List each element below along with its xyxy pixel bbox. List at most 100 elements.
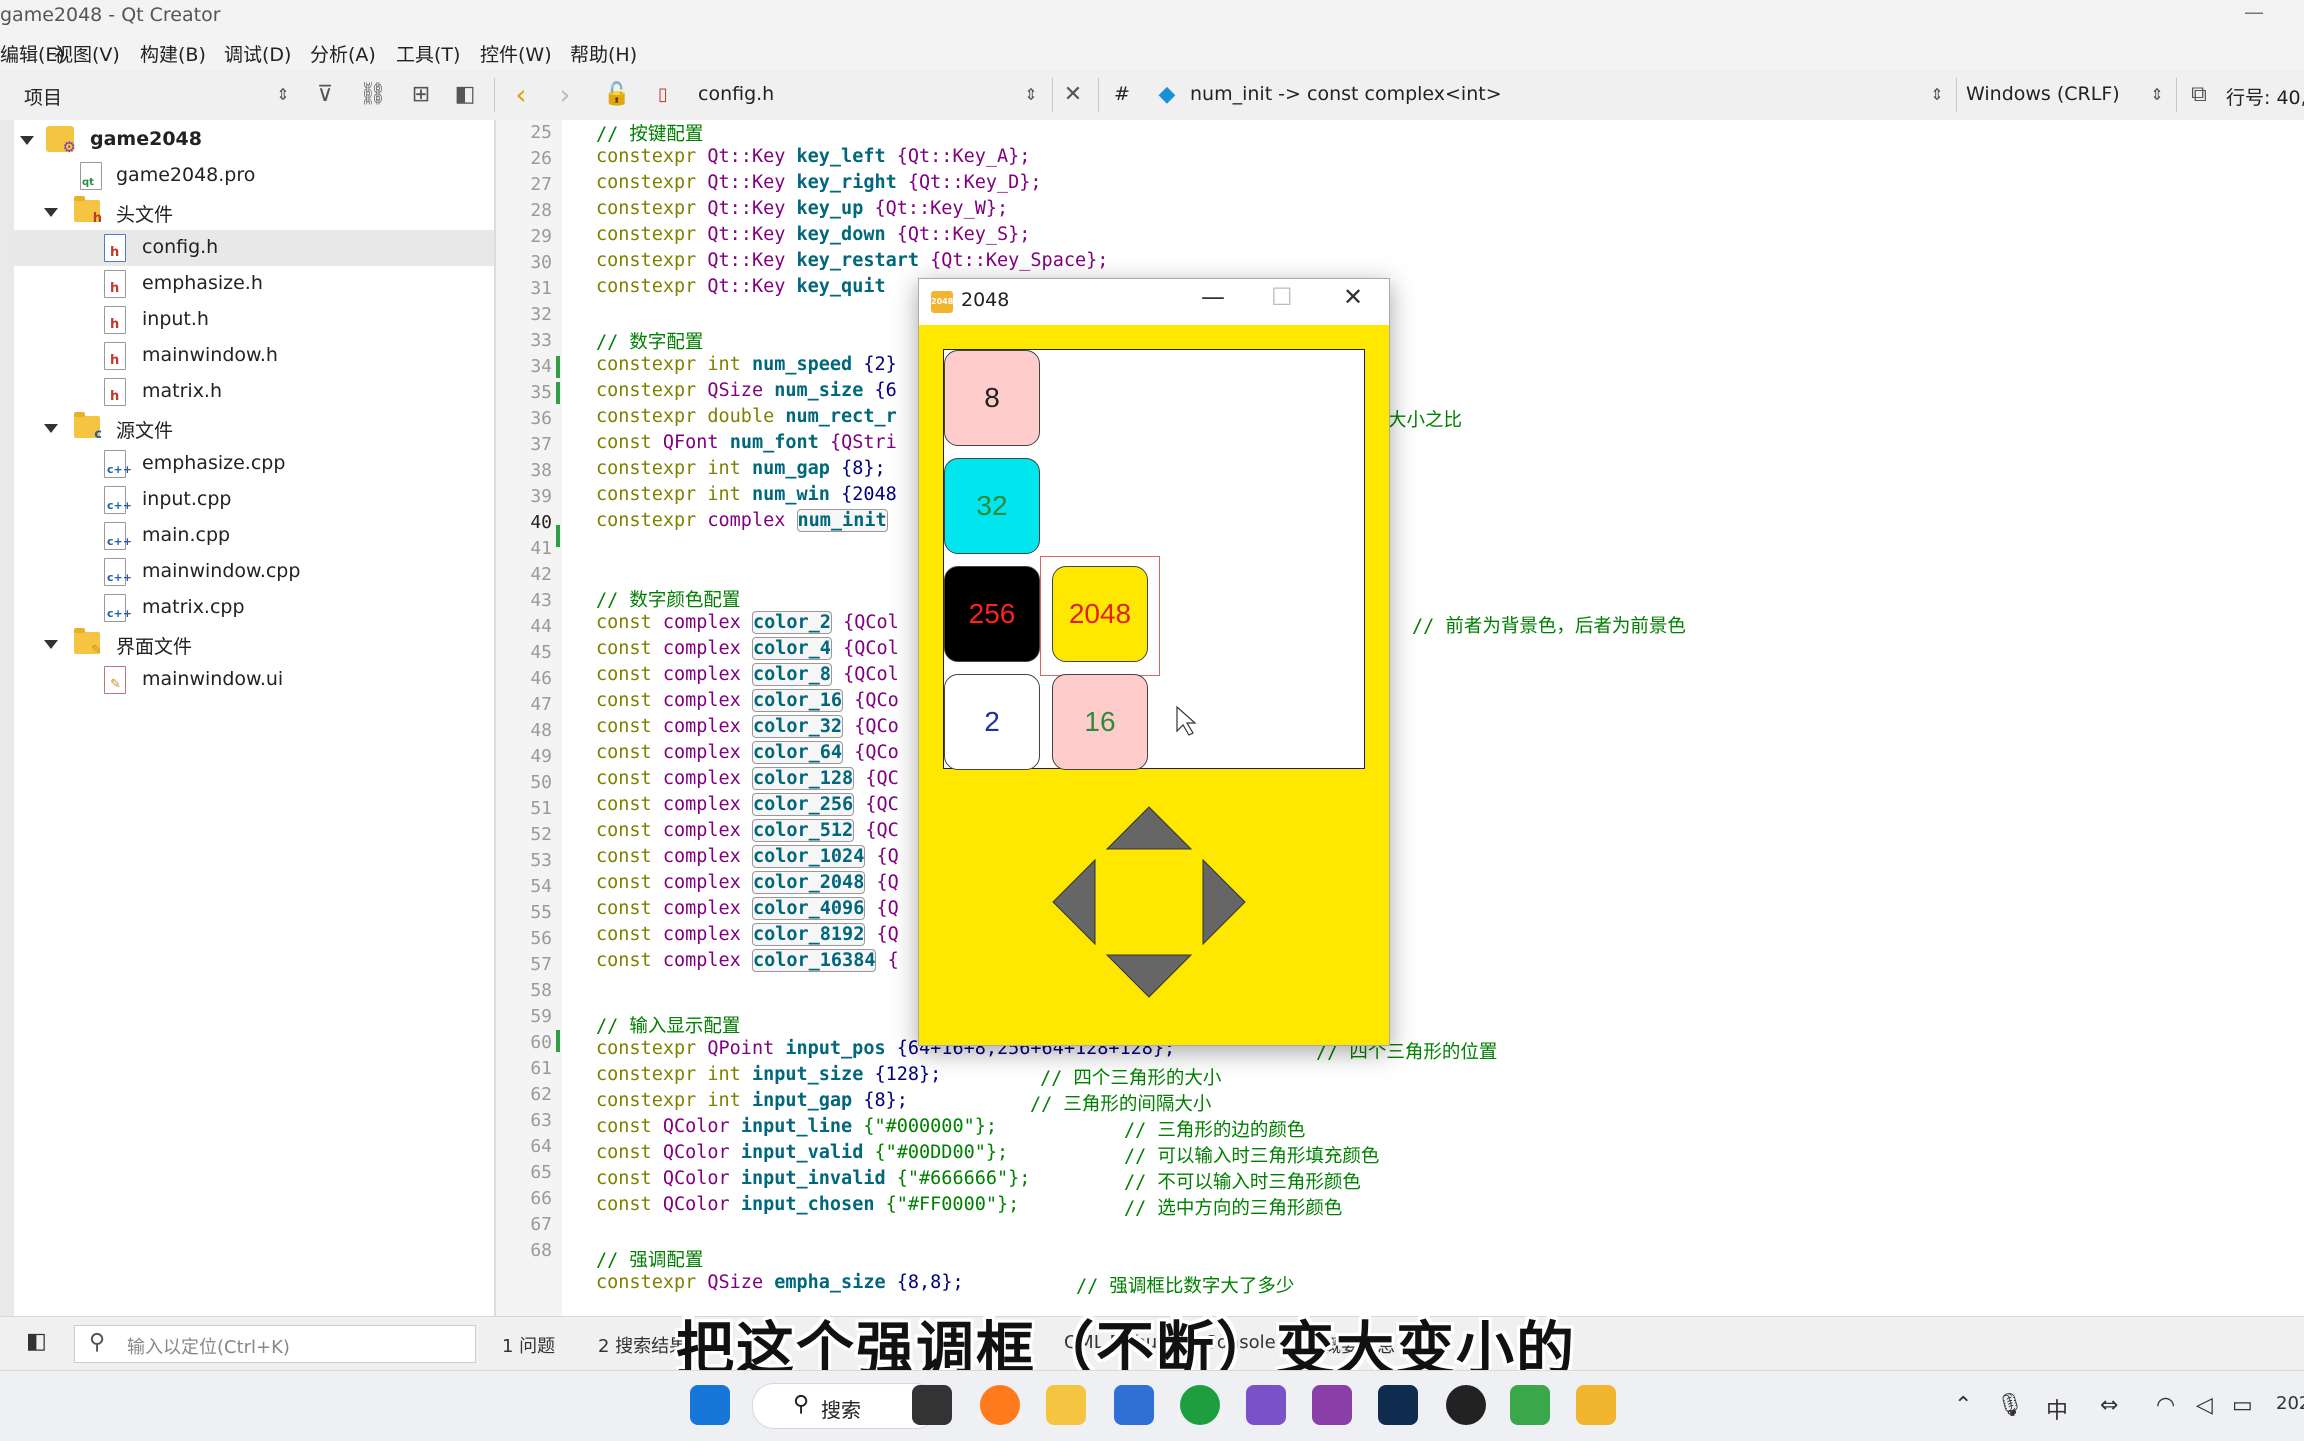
left-arrow-icon[interactable] <box>1052 858 1096 946</box>
close-sidebar-icon[interactable]: ◧ <box>450 80 480 110</box>
tree-file-mainwindow-cpp[interactable]: c++ mainwindow.cpp <box>14 554 494 590</box>
menu-build[interactable]: 构建(B) <box>140 40 206 67</box>
code-line-64[interactable]: const QColor input_invalid {"#666666"}; <box>596 1168 1030 1189</box>
code-line-color[interactable]: const complex color_2048 {Q <box>596 871 899 894</box>
code-line-40[interactable]: constexpr complex num_init <box>596 509 888 532</box>
symbol-selector[interactable]: num_init -> const complex<int> <box>1190 83 1502 105</box>
code-line-67[interactable]: // 强调配置 <box>596 1246 703 1272</box>
app-icon[interactable] <box>1246 1385 1286 1425</box>
close-file-icon[interactable]: ✕ <box>1058 80 1088 110</box>
code-line-63[interactable]: const QColor input_valid {"#00DD00"}; <box>596 1142 1008 1163</box>
up-arrow-icon[interactable] <box>1105 806 1193 850</box>
menu-help[interactable]: 帮助(H) <box>570 40 637 67</box>
layout-icon[interactable]: ⇔ <box>2100 1393 2118 1418</box>
photoshop-icon[interactable] <box>1378 1385 1418 1425</box>
down-arrow-icon[interactable] <box>1105 954 1193 998</box>
tree-sources-folder[interactable]: c 源文件 <box>14 410 494 446</box>
code-line-color[interactable]: const complex color_4096 {Q <box>596 897 899 920</box>
code-line-color[interactable]: const complex color_16 {QCo <box>596 689 899 712</box>
code-line-68[interactable]: constexpr QSize empha_size {8,8}; <box>596 1272 964 1293</box>
code-line-color[interactable]: const complex color_512 {QC <box>596 819 899 842</box>
symbol-dropdown-icon[interactable]: ⇕ <box>1922 80 1952 110</box>
code-line-28[interactable]: constexpr Qt::Key key_up {Qt::Key_W}; <box>596 198 1008 219</box>
menu-analyze[interactable]: 分析(A) <box>310 40 376 67</box>
code-line-color[interactable]: const complex color_1024 {Q <box>596 845 899 868</box>
tree-project[interactable]: ⚙ game2048 <box>14 122 494 158</box>
pdf-icon[interactable] <box>1312 1385 1352 1425</box>
wifi-icon[interactable]: ◠ <box>2156 1393 2175 1418</box>
code-line-color[interactable]: const complex color_128 {QC <box>596 767 899 790</box>
code-line-61[interactable]: constexpr int input_gap {8}; <box>596 1090 908 1111</box>
code-line-25[interactable]: // 按键配置 <box>596 120 703 146</box>
code-line-color[interactable]: const complex color_4 {QCol <box>596 637 899 660</box>
code-line-color[interactable]: const complex color_8 {QCol <box>596 663 899 686</box>
encoding-selector[interactable]: Windows (CRLF) <box>1966 83 2120 105</box>
open-file-name[interactable]: config.h <box>698 83 774 105</box>
hash-label[interactable]: # <box>1114 83 1130 105</box>
split-editor-icon[interactable]: ⧉ <box>2184 80 2214 110</box>
split-icon[interactable]: ⊞ <box>406 80 436 110</box>
code-line-60[interactable]: constexpr int input_size {128}; <box>596 1064 941 1085</box>
task-view-icon[interactable] <box>912 1385 952 1425</box>
ime-icon[interactable]: 中 <box>2046 1393 2068 1425</box>
battery-icon[interactable]: ▭ <box>2232 1393 2253 1418</box>
taskbar-search[interactable]: ⚲ 搜索 <box>752 1383 938 1429</box>
tree-file-mainwindow-h[interactable]: h mainwindow.h <box>14 338 494 374</box>
updown-icon[interactable]: ⇕ <box>268 80 298 110</box>
tree-file-config-h[interactable]: h config.h <box>14 230 494 266</box>
tree-file-main-cpp[interactable]: c++ main.cpp <box>14 518 494 554</box>
tree-file-mainwindow-ui[interactable]: ✎ mainwindow.ui <box>14 662 494 698</box>
code-line-color[interactable]: const complex color_2 {QCol <box>596 611 899 634</box>
recorder-icon[interactable] <box>1446 1385 1486 1425</box>
toggle-sidebar-icon[interactable]: ◧ <box>26 1329 47 1354</box>
menu-controls[interactable]: 控件(W) <box>480 40 552 67</box>
code-line-color[interactable]: const complex color_64 {QCo <box>596 741 899 764</box>
code-line-color[interactable]: const complex color_256 {QC <box>596 793 899 816</box>
tree-file-emphasize-cpp[interactable]: c++ emphasize.cpp <box>14 446 494 482</box>
tray-chevron-icon[interactable]: ⌃ <box>1954 1393 1972 1418</box>
code-line-38[interactable]: constexpr int num_gap {8}; <box>596 458 886 479</box>
tree-file-matrix-cpp[interactable]: c++ matrix.cpp <box>14 590 494 626</box>
forward-icon[interactable]: › <box>550 80 580 110</box>
minimize-button[interactable]: — <box>2244 0 2264 24</box>
code-line-33[interactable]: // 数字配置 <box>596 328 703 354</box>
tree-file-emphasize-h[interactable]: h emphasize.h <box>14 266 494 302</box>
tree-file-input-h[interactable]: h input.h <box>14 302 494 338</box>
encoding-dropdown-icon[interactable]: ⇕ <box>2142 80 2172 110</box>
store-icon[interactable] <box>1114 1385 1154 1425</box>
game-window[interactable]: 2048 2048 — ☐ ✕ 8 32 256 2048 2 16 <box>918 278 1390 1046</box>
tree-file-matrix-h[interactable]: h matrix.h <box>14 374 494 410</box>
tree-pro-file[interactable]: qt game2048.pro <box>14 158 494 194</box>
menu-debug[interactable]: 调试(D) <box>224 40 291 67</box>
start-icon[interactable] <box>690 1385 730 1425</box>
code-line-27[interactable]: constexpr Qt::Key key_right {Qt::Key_D}; <box>596 172 1042 193</box>
back-icon[interactable]: ‹ <box>506 80 536 110</box>
code-line-30[interactable]: constexpr Qt::Key key_restart {Qt::Key_S… <box>596 250 1108 271</box>
clock[interactable]: 202 <box>2276 1393 2304 1414</box>
volume-icon[interactable]: ◁ <box>2196 1393 2213 1418</box>
project-selector[interactable]: 项目 <box>24 83 62 110</box>
code-line-58[interactable]: // 输入显示配置 <box>596 1012 740 1038</box>
tree-file-input-cpp[interactable]: c++ input.cpp <box>14 482 494 518</box>
xbox-icon[interactable] <box>1180 1385 1220 1425</box>
code-line-31[interactable]: constexpr Qt::Key key_quit <box>596 276 886 297</box>
filter-icon[interactable]: ⊽ <box>310 80 340 110</box>
code-line-29[interactable]: constexpr Qt::Key key_down {Qt::Key_S}; <box>596 224 1030 245</box>
right-arrow-icon[interactable] <box>1202 858 1246 946</box>
file-explorer-icon[interactable] <box>1046 1385 1086 1425</box>
menu-view[interactable]: 视图(V) <box>54 40 120 67</box>
issues-tab[interactable]: 1 问题 <box>502 1332 555 1358</box>
game2048-icon[interactable] <box>1576 1385 1616 1425</box>
search-results-tab[interactable]: 2 搜索结果 <box>598 1332 687 1358</box>
link-icon[interactable]: ⛓ <box>358 80 388 110</box>
code-line-color[interactable]: const complex color_32 {QCo <box>596 715 899 738</box>
code-line-color[interactable]: const complex color_16384 { <box>596 949 899 972</box>
firefox-icon[interactable] <box>980 1385 1020 1425</box>
code-line-36[interactable]: constexpr double num_rect_r <box>596 406 897 427</box>
menu-tools[interactable]: 工具(T) <box>396 40 460 67</box>
code-line-62[interactable]: const QColor input_line {"#000000"}; <box>596 1116 997 1137</box>
code-line-35[interactable]: constexpr QSize num_size {6 <box>596 380 897 401</box>
code-line-37[interactable]: const QFont num_font {QStri <box>596 432 897 453</box>
code-line-65[interactable]: const QColor input_chosen {"#FF0000"}; <box>596 1194 1019 1215</box>
locator-input[interactable]: ⚲ 输入以定位(Ctrl+K) <box>74 1325 476 1363</box>
